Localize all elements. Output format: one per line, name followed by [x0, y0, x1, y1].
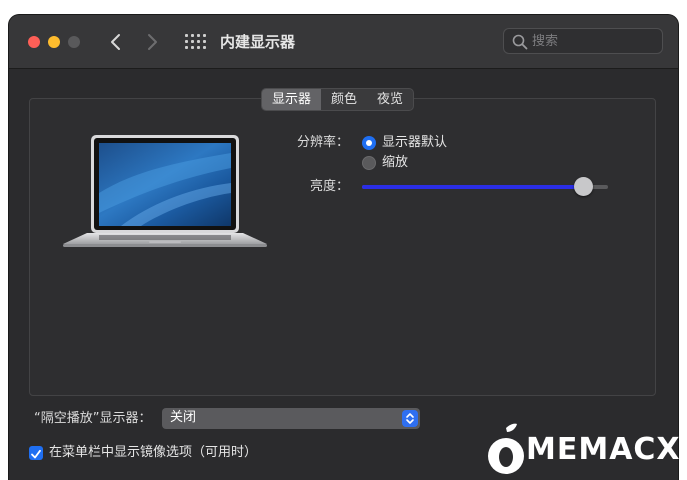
minimize-window-button[interactable]	[48, 36, 60, 48]
airplay-display-label: “隔空播放”显示器：	[34, 411, 152, 426]
resolution-default-label[interactable]: 显示器默认	[382, 134, 447, 152]
apple-logo-icon	[488, 423, 524, 474]
tab-color[interactable]: 颜色	[321, 89, 367, 110]
search-icon	[512, 34, 528, 50]
resolution-scaled-radio[interactable]	[362, 156, 376, 170]
brightness-slider[interactable]	[362, 185, 608, 189]
airplay-display-select[interactable]: 关闭	[162, 408, 420, 429]
preferences-window: 内建显示器 显示器 颜色 夜览	[9, 15, 678, 480]
resolution-label: 分辨率：	[296, 135, 349, 150]
search-input[interactable]	[532, 32, 652, 50]
show-mirroring-label[interactable]: 在菜单栏中显示镜像选项（可用时）	[49, 444, 257, 462]
brightness-label: 亮度：	[309, 179, 349, 194]
watermark: MEMACX	[478, 420, 680, 480]
updown-chevron-icon	[402, 410, 418, 427]
show-mirroring-checkbox[interactable]	[29, 446, 43, 460]
laptop-display-image	[63, 135, 267, 247]
window-title: 内建显示器	[220, 33, 296, 51]
checkmark-icon	[31, 449, 41, 459]
resolution-scaled-label[interactable]: 缩放	[382, 154, 408, 172]
show-all-grid-icon[interactable]	[185, 34, 206, 50]
tab-display[interactable]: 显示器	[262, 89, 322, 110]
chevron-left-icon	[111, 34, 120, 50]
back-button[interactable]	[106, 30, 126, 54]
search-field[interactable]	[503, 28, 663, 54]
tab-bar: 显示器 颜色 夜览	[261, 88, 415, 111]
chevron-right-icon	[148, 34, 157, 50]
brightness-slider-fill	[362, 185, 584, 189]
airplay-display-value: 关闭	[170, 410, 197, 425]
watermark-text: MEMACX	[526, 432, 681, 467]
resolution-default-radio[interactable]	[362, 136, 376, 150]
close-window-button[interactable]	[28, 36, 40, 48]
zoom-window-button[interactable]	[68, 36, 80, 48]
tab-night-shift[interactable]: 夜览	[367, 89, 413, 110]
title-bar: 内建显示器	[9, 15, 678, 69]
forward-button[interactable]	[142, 30, 162, 54]
